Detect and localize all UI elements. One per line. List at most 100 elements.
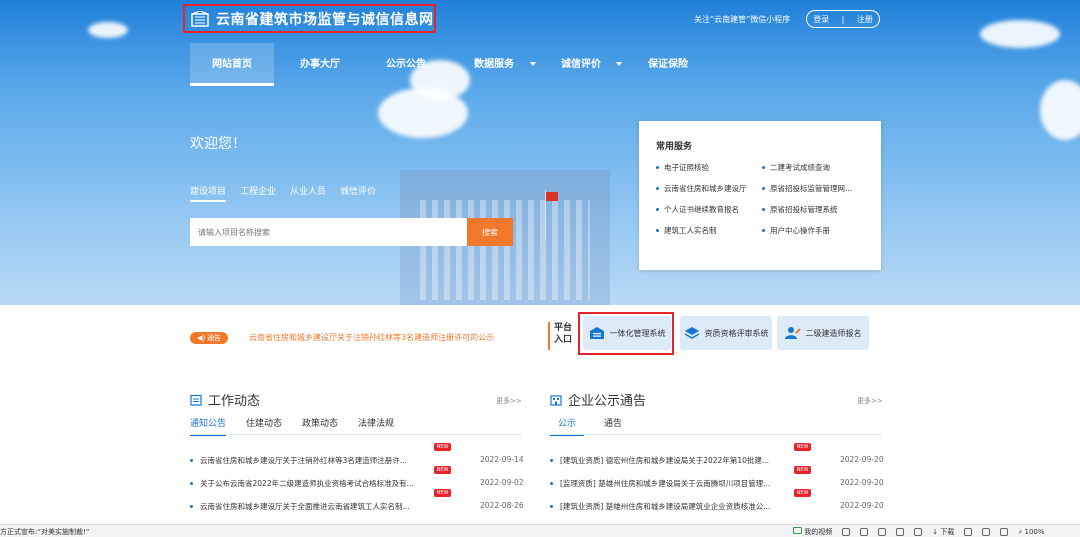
service-link[interactable]: 建筑工人实名制 [656,225,762,236]
tab-housing-news[interactable]: 住建动态 [246,416,282,436]
status-ticker[interactable]: 方正式宣布:“对美实施制裁!” [0,527,89,537]
service-label: 用户中心操作手册 [770,226,830,235]
bullet-icon [656,229,659,232]
list-item[interactable]: 云南省住房和城乡建设厅关于注销孙红林等3名建造师注册许... NEW 2022-… [190,443,524,467]
news-title: 云南省住房和城乡建设厅关于全面推进云南省建筑工人实名制... [200,502,410,511]
service-label: 原省招投标管理系统 [770,205,838,214]
search-tab-credit[interactable]: 诚信评价 [340,184,376,202]
nav-item-home[interactable]: 网站首页 [190,43,274,86]
search-tab-personnel[interactable]: 从业人员 [290,184,326,202]
list-item[interactable]: 云南省住房和城乡建设厅关于全面推进云南省建筑工人实名制... NEW 2022-… [190,489,524,513]
work-news-title: 工作动态 [208,394,261,409]
download-button[interactable]: ↓ 下载 [932,527,954,537]
window-icon[interactable] [860,528,869,536]
new-badge: NEW [794,489,811,497]
bullet-icon [550,482,553,485]
notice-badge-label: 通告 [207,334,222,342]
constructor-registration-label: 二级建造师报名 [805,328,862,338]
layers-icon [684,327,699,339]
list-item[interactable]: 关于公布云南省2022年二级建造师执业资格考试合格标准及有... NEW 202… [190,466,524,490]
new-badge: NEW [434,443,451,451]
list-item[interactable]: [监理资质] 楚雄州住房和城乡建设局关于云南腾坝川项目管理... NEW 202… [550,466,884,490]
list-item[interactable]: [建筑业资质] 楚雄州住房和城乡建设局建筑业企业资质核准公... NEW 202… [550,489,884,513]
building-windows [420,200,590,300]
bullet-icon [190,459,193,462]
shield-icon[interactable] [842,528,851,536]
news-title: [建筑业资质] 德宏州住房和城乡建设局关于2022年第10批建... [560,456,770,465]
register-link[interactable]: 注册 [857,14,873,25]
service-link[interactable]: 云南省住房和城乡建设厅 [656,183,762,194]
screenshot-icon[interactable] [964,528,973,536]
search-tab-enterprises[interactable]: 工程企业 [240,184,276,202]
eye-icon[interactable] [878,528,887,536]
news-date: 2022-09-20 [840,501,884,510]
service-link[interactable]: 电子证照核验 [656,162,762,173]
list-item[interactable]: [建筑业资质] 德宏州住房和城乡建设局关于2022年第10批建... NEW 2… [550,443,884,467]
cloud-icon[interactable] [896,528,905,536]
bullet-icon [190,482,193,485]
work-news-section: 工作动态 [190,390,260,409]
search-tabs: 建设项目 工程企业 从业人员 诚信评价 [190,184,376,202]
browser-status-bar: 方正式宣布:“对美实施制裁!” 我的视频 ↓ 下载 ⌕ 100% [0,524,1080,537]
flag [546,192,558,201]
tile-icon[interactable] [982,528,991,536]
nav-item-guarantee-insurance[interactable]: 保证保险 [626,43,710,86]
building-icon [589,327,604,339]
nav-item-data-services[interactable]: 数据服务 [452,43,536,86]
bullet-icon [550,459,553,462]
notice-link[interactable]: 云南省住房和城乡建设厅关于注销孙红林等3名建造师注册许可的公示 [249,332,494,343]
service-link[interactable]: 二建考试成绩查询 [762,162,874,173]
enterprise-news-more-link[interactable]: 更多>> [857,396,883,406]
tab-policy-news[interactable]: 政策动态 [302,416,338,436]
nav-item-credit-eval[interactable]: 诚信评价 [539,43,623,86]
sound-icon[interactable] [1000,528,1009,536]
qualification-review-label: 资质资格评审系统 [704,328,769,338]
enterprise-news-title: 企业公示通告 [568,394,647,409]
nav-item-service-hall[interactable]: 办事大厅 [278,43,362,86]
site-logo[interactable]: 云南省建筑市场监管与诚信信息网 [183,4,436,33]
user-edit-icon [784,327,801,339]
wechat-follow-text: 关注“云南建管”微信小程序 [694,15,791,24]
platform-label-line1: 平台 [554,323,573,333]
building-icon [550,394,562,406]
divider [190,434,522,435]
service-link[interactable]: 原省招投标管理系统 [762,204,874,215]
enterprise-news-tabs: 公示 通告 [550,416,642,436]
cloud-decoration [1040,80,1080,140]
service-link[interactable]: 原省招投标监管管理网... [762,183,874,194]
tab-laws[interactable]: 法律法规 [358,416,394,436]
work-news-more-link[interactable]: 更多>> [496,396,522,406]
common-services-panel: 常用服务 电子证照核验 二建考试成绩查询 云南省住房和城乡建设厅 原省招投标监管… [639,121,881,270]
search-tab-projects[interactable]: 建设项目 [190,184,227,202]
my-video-label: 我的视频 [804,528,833,536]
search-input[interactable] [190,218,467,246]
service-link[interactable]: 个人证书继续教育报名 [656,204,762,215]
bullet-icon [190,505,193,508]
bullet-icon [656,187,659,190]
my-video-button[interactable]: 我的视频 [793,527,832,537]
platform-label-line2: 入口 [554,335,573,345]
calendar-icon [190,394,202,406]
service-label: 个人证书继续教育报名 [664,205,739,214]
qualification-review-button[interactable]: 资质资格评审系统 [680,316,772,350]
bullet-icon [550,505,553,508]
new-badge: NEW [434,466,451,474]
zoom-control[interactable]: ⌕ 100% [1018,528,1044,537]
tab-circulars[interactable]: 通告 [604,416,622,436]
tab-publicity[interactable]: 公示 [550,416,585,436]
news-date: 2022-08-26 [480,501,524,510]
video-icon [793,527,802,534]
integrated-management-button[interactable]: 一体化管理系统 [583,316,671,350]
nav-item-announcements[interactable]: 公示公告 [364,43,448,86]
service-link[interactable]: 用户中心操作手册 [762,225,874,236]
chevron-down-icon [616,62,622,66]
news-title: 关于公布云南省2022年二级建造师执业资格考试合格标准及有... [200,479,414,488]
search-button[interactable]: 搜索 [467,218,513,246]
login-link[interactable]: 登录 [813,14,829,25]
rocket-icon[interactable] [914,528,923,536]
constructor-registration-button[interactable]: 二级建造师报名 [777,316,869,350]
service-label: 云南省住房和城乡建设厅 [664,184,747,193]
tab-notices[interactable]: 通知公告 [190,416,227,436]
header: 云南省建筑市场监管与诚信信息网 关注“云南建管”微信小程序 登录 | 注册 [0,0,1080,40]
service-label: 建筑工人实名制 [664,226,717,235]
